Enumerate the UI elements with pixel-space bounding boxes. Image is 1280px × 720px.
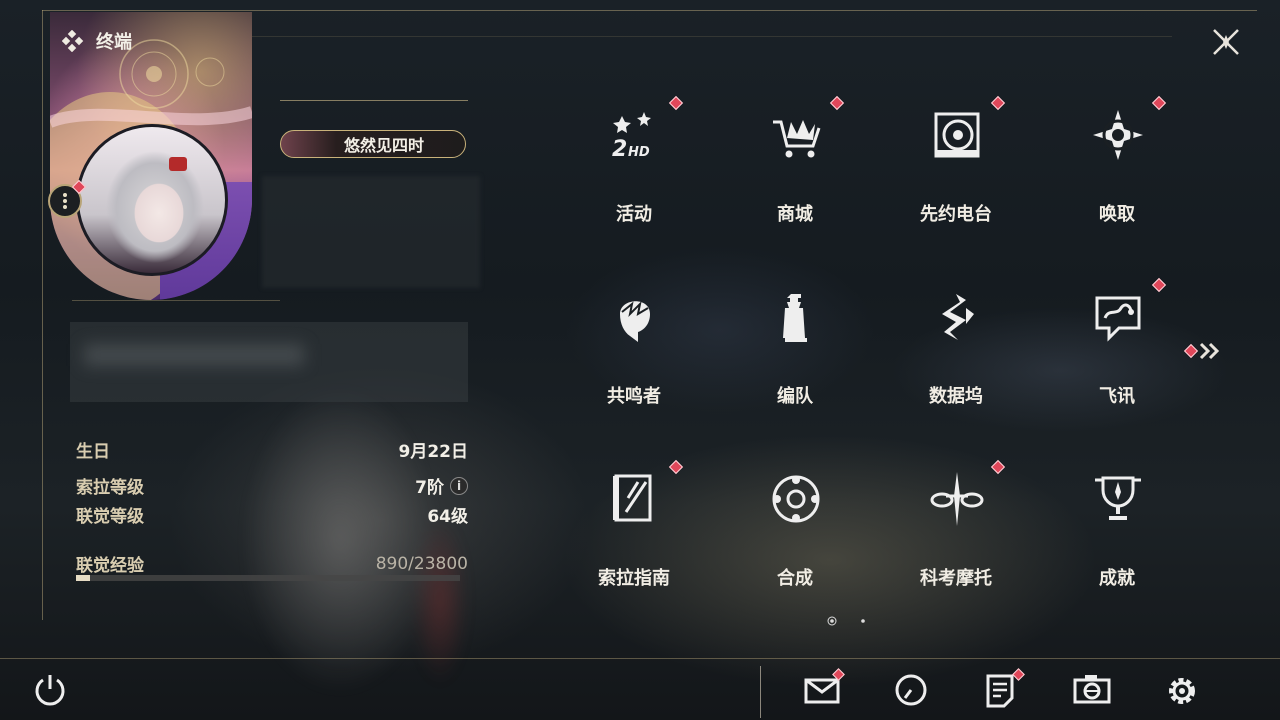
info-value: 7阶 [415, 478, 444, 498]
frame-left-line [42, 10, 43, 620]
menu-item-label: 成就 [1099, 568, 1135, 589]
menu-item-label: 数据坞 [929, 386, 983, 407]
menu-item-label: 合成 [777, 568, 813, 589]
notice-button[interactable] [984, 668, 1025, 710]
menu-item-synthesis[interactable]: 合成 [745, 454, 865, 600]
double-chevron-right-icon [1199, 342, 1220, 360]
info-key: 索拉等级 [76, 478, 144, 498]
mail-button[interactable] [804, 668, 845, 710]
exp-label: 联觉经验 [76, 556, 144, 576]
data-dock-icon [942, 294, 974, 340]
menu-item-research-moto[interactable]: 科考摩托 [906, 454, 1026, 600]
camera-icon [1073, 675, 1111, 704]
resonator-head-icon [620, 300, 650, 342]
guide-book-icon [613, 474, 652, 522]
svg-text:HD: HD [628, 145, 650, 160]
menu-item-summon[interactable]: 唤取 [1067, 90, 1187, 236]
close-button[interactable] [1206, 24, 1246, 60]
player-name-badge: 悠然见四时 [280, 130, 466, 158]
trophy-icon [1095, 476, 1141, 520]
power-button[interactable] [32, 672, 72, 712]
signature-box[interactable] [70, 322, 468, 402]
page-dot-active [830, 619, 834, 623]
menu-item-label: 索拉指南 [598, 568, 670, 589]
menu-item-resonators[interactable]: 共鸣者 [584, 272, 704, 418]
badge [668, 95, 684, 111]
menu-item-team[interactable]: 编队 [745, 272, 865, 418]
menu-item-label: 共鸣者 [607, 386, 661, 407]
page-indicator [826, 612, 876, 626]
notice-icon [986, 674, 1014, 708]
motorcycle-icon [930, 472, 984, 526]
menu-item-achievements[interactable]: 成就 [1067, 454, 1187, 600]
page-title: 终端 [96, 32, 132, 53]
gear-icon [1169, 678, 1195, 704]
menu-item-label: 先约电台 [920, 204, 992, 225]
menu-item-label: 唤取 [1099, 204, 1135, 225]
badge [990, 459, 1006, 475]
info-icon[interactable]: i [450, 476, 468, 495]
menu-item-activity[interactable]: 2 HD 活动 [584, 90, 704, 236]
menu-item-label: 编队 [777, 386, 813, 407]
clock-icon [895, 674, 927, 706]
menu-item-radio[interactable]: 先约电台 [906, 90, 1026, 236]
chess-pieces-icon [783, 294, 807, 342]
blurred-region [262, 176, 480, 288]
info-row-exp: 联觉经验 890/23800 [76, 551, 468, 577]
exp-value: 890/23800 [375, 553, 468, 574]
mail-icon [804, 678, 840, 704]
menu-item-label: 活动 [616, 204, 652, 225]
menu-item-label: 飞讯 [1099, 386, 1135, 407]
badge [1151, 277, 1167, 293]
info-row-sola-level: 索拉等级 7阶 i [76, 473, 468, 498]
avatar[interactable] [76, 124, 228, 276]
badge [990, 95, 1006, 111]
info-row-birthday: 生日 9月22日 [76, 437, 468, 462]
radio-disc-icon [934, 112, 980, 158]
shop-cart-icon [773, 120, 821, 158]
close-x-icon [1213, 29, 1239, 55]
info-row-union-level: 联觉等级 64级 [76, 502, 468, 527]
clock-button[interactable] [893, 672, 933, 710]
player-name: 悠然见四时 [343, 136, 424, 155]
frame-bottom-line [0, 658, 1280, 659]
diamond-grid-icon [62, 30, 84, 52]
more-dots-icon [63, 193, 67, 209]
menu-item-messages[interactable]: 飞讯 [1067, 272, 1187, 418]
badge [668, 459, 684, 475]
name-divider [280, 100, 468, 101]
menu-item-label: 商城 [777, 204, 813, 225]
exp-progress-bar [76, 575, 460, 581]
page-dot [861, 619, 865, 623]
synthesis-ring-icon [772, 475, 820, 523]
menu-item-data-dock[interactable]: 数据坞 [906, 272, 1026, 418]
info-key: 联觉等级 [76, 507, 144, 527]
info-value: 9月22日 [398, 442, 469, 462]
compass-star-icon [1093, 110, 1143, 160]
header: 终端 [62, 28, 132, 54]
badge [1183, 343, 1199, 359]
exp-progress-fill [76, 575, 91, 581]
chat-bubble-icon [1095, 296, 1141, 342]
svg-text:2: 2 [612, 137, 627, 162]
info-key: 生日 [76, 442, 110, 462]
badge [829, 95, 845, 111]
next-page-button[interactable] [1183, 340, 1226, 362]
camera-button[interactable] [1073, 672, 1113, 710]
power-icon [35, 675, 65, 706]
menu-item-shop[interactable]: 商城 [745, 90, 865, 236]
info-value: 64级 [427, 507, 468, 527]
event-2hd-icon: 2 HD [612, 112, 651, 162]
frame-inner-line [252, 36, 1172, 37]
frame-top-line [42, 10, 1257, 11]
menu-item-label: 科考摩托 [920, 568, 992, 589]
settings-button[interactable] [1163, 672, 1203, 710]
badge [1151, 95, 1167, 111]
menu-item-sola-guide[interactable]: 索拉指南 [584, 454, 704, 600]
card-divider [72, 300, 280, 301]
bottom-divider [760, 666, 761, 718]
